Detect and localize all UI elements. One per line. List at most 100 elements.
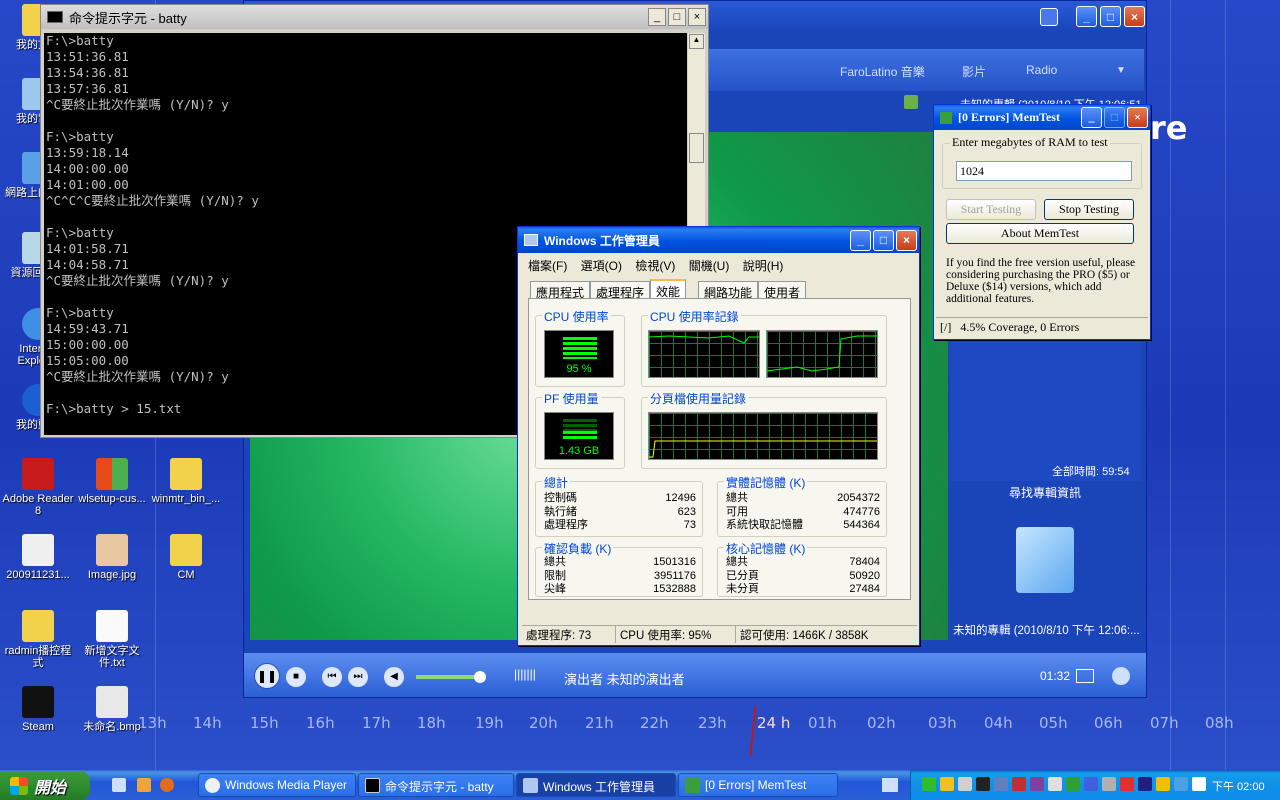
cmd-scrollbar-thumb[interactable] bbox=[689, 133, 704, 163]
tray-green-icon[interactable] bbox=[922, 777, 936, 791]
wmp-icon bbox=[205, 778, 220, 793]
pf-history-line bbox=[649, 440, 877, 458]
wmp-maximize-button[interactable]: □ bbox=[1100, 6, 1121, 27]
cpu-history-label: CPU 使用率記錄 bbox=[648, 308, 741, 325]
tray-app-icon[interactable] bbox=[1030, 777, 1044, 791]
tray-blue-icon[interactable] bbox=[1174, 777, 1188, 791]
menu-file[interactable]: 檔案(F) bbox=[528, 259, 567, 273]
wmp-brand-fragment: re bbox=[1150, 109, 1188, 147]
quicklaunch-desktop-icon[interactable] bbox=[112, 778, 126, 792]
memtest-stop-button[interactable]: Stop Testing bbox=[1044, 199, 1134, 220]
cmd-output-line: 14:01:00.00 bbox=[46, 177, 129, 192]
tray-antivirus-icon[interactable] bbox=[1066, 777, 1080, 791]
menu-help[interactable]: 說明(H) bbox=[743, 259, 784, 273]
tray-yellow-icon[interactable] bbox=[1156, 777, 1170, 791]
desktop-icon-cm[interactable]: CM bbox=[148, 534, 224, 581]
wmp-minimize-button[interactable]: _ bbox=[1076, 6, 1097, 27]
quicklaunch-firefox-icon[interactable] bbox=[160, 778, 174, 792]
tab-applications[interactable]: 應用程式 bbox=[530, 281, 591, 300]
menu-view[interactable]: 檢視(V) bbox=[635, 259, 675, 273]
tray-utility-icon[interactable] bbox=[1138, 777, 1152, 791]
cmd-titlebar[interactable]: 命令提示字元 - batty _ □ × bbox=[41, 5, 708, 29]
tab-networking[interactable]: 網路功能 bbox=[698, 281, 759, 300]
cmd-output-line: 13:54:36.81 bbox=[46, 65, 129, 80]
tray-device-icon[interactable] bbox=[958, 777, 972, 791]
memtest-minimize-button[interactable]: _ bbox=[1081, 107, 1102, 128]
tray-monitor-icon[interactable] bbox=[976, 777, 990, 791]
tray-network-icon[interactable] bbox=[994, 777, 1008, 791]
cmd-output-line: ^C要終止批次作業嗎 (Y/N)? y bbox=[46, 97, 229, 112]
full-screen-icon[interactable] bbox=[1076, 669, 1094, 683]
pf-usage-bar bbox=[563, 431, 597, 441]
windows-live-icon bbox=[96, 458, 128, 490]
tray-alert-icon[interactable] bbox=[1012, 777, 1026, 791]
menu-shutdown[interactable]: 關機(U) bbox=[689, 259, 730, 273]
tray-usb-icon[interactable] bbox=[1102, 777, 1116, 791]
cpu-history-graph-core-2 bbox=[766, 330, 878, 378]
wmp-side-panel bbox=[951, 341, 1141, 481]
wmp-close-button[interactable]: × bbox=[1124, 6, 1145, 27]
tray-window-icon[interactable] bbox=[1192, 777, 1206, 791]
stop-icon[interactable]: ■ bbox=[286, 667, 306, 687]
desktop-icon-new-text[interactable]: 新增文字文件.txt bbox=[74, 610, 150, 669]
cmd-output-line: 13:59:18.14 bbox=[46, 145, 129, 160]
wmp-tab-farolatino[interactable]: FaroLatino 音樂 bbox=[840, 63, 925, 80]
taskmgr-close-button[interactable]: × bbox=[896, 229, 917, 251]
taskbar-button-label: Windows 工作管理員 bbox=[543, 780, 656, 794]
memtest-about-button[interactable]: About MemTest bbox=[946, 223, 1134, 244]
desktop-icon-bmp[interactable]: 未命名.bmp bbox=[74, 686, 150, 733]
pause-icon[interactable]: ❚❚ bbox=[254, 663, 280, 689]
tray-bluetooth-icon[interactable] bbox=[1084, 777, 1098, 791]
cmd-maximize-button[interactable]: □ bbox=[668, 8, 686, 26]
tray-security-icon[interactable] bbox=[940, 777, 954, 791]
memtest-start-button[interactable]: Start Testing bbox=[946, 199, 1036, 220]
volume-slider-thumb[interactable] bbox=[474, 671, 486, 683]
keyboard-icon[interactable] bbox=[882, 778, 898, 792]
taskmgr-statusbar: 處理程序: 73 CPU 使用率: 95% 認可使用: 1466K / 3858… bbox=[522, 625, 917, 643]
wmp-menu-toggle-button[interactable] bbox=[1040, 8, 1058, 26]
taskmgr-titlebar[interactable]: Windows 工作管理員 _ □ × bbox=[518, 227, 919, 253]
wmp-find-album-info-link[interactable]: 尋找專輯資訊 bbox=[1009, 484, 1081, 501]
wmp-tab-radio[interactable]: Radio bbox=[1026, 63, 1057, 77]
tray-volume-icon[interactable] bbox=[1048, 777, 1062, 791]
taskbar-button-media-player[interactable]: Windows Media Player bbox=[198, 773, 356, 797]
menu-options[interactable]: 選項(O) bbox=[581, 259, 622, 273]
stat-row: 總共 1501316 bbox=[544, 556, 696, 570]
memtest-close-button[interactable]: × bbox=[1127, 107, 1148, 128]
tab-performance[interactable]: 效能 bbox=[650, 279, 687, 300]
start-button[interactable]: 開始 bbox=[0, 771, 90, 800]
memtest-ram-input[interactable] bbox=[956, 161, 1132, 181]
chevron-down-icon[interactable]: ▼ bbox=[1116, 65, 1126, 76]
wmp-view-icon[interactable] bbox=[904, 95, 918, 109]
tab-processes[interactable]: 處理程序 bbox=[590, 281, 651, 300]
tray-red-icon[interactable] bbox=[1120, 777, 1134, 791]
taskmgr-minimize-button[interactable]: _ bbox=[850, 229, 871, 251]
desktop-icon-image-jpg[interactable]: Image.jpg bbox=[74, 534, 150, 581]
taskbar-clock[interactable]: 下午 02:00 bbox=[1212, 778, 1265, 794]
quicklaunch-media-icon[interactable] bbox=[137, 778, 151, 792]
mute-icon[interactable]: ◀ bbox=[384, 667, 404, 687]
taskbar-button-task-manager[interactable]: Windows 工作管理員 bbox=[516, 773, 676, 797]
desktop-icon-steam[interactable]: Steam bbox=[0, 686, 76, 733]
memtest-titlebar[interactable]: [0 Errors] MemTest _ □ × bbox=[934, 105, 1150, 130]
next-icon[interactable]: ⏭ bbox=[348, 667, 368, 687]
cmd-close-button[interactable]: × bbox=[688, 8, 706, 26]
wallpaper-hour-label: 23h bbox=[698, 714, 727, 732]
cmd-minimize-button[interactable]: _ bbox=[648, 8, 666, 26]
taskbar-button-memtest[interactable]: [0 Errors] MemTest bbox=[678, 773, 838, 797]
wmp-tab-video[interactable]: 影片 bbox=[962, 63, 986, 80]
previous-icon[interactable]: ⏮ bbox=[322, 667, 342, 687]
scroll-up-icon[interactable]: ▲ bbox=[689, 34, 704, 49]
desktop-icon-wlsetup[interactable]: wlsetup-cus... bbox=[74, 458, 150, 505]
cmd-output-line: 14:00:00.00 bbox=[46, 161, 129, 176]
desktop-icon-radmin[interactable]: radmin播控程式 bbox=[0, 610, 76, 669]
tab-users[interactable]: 使用者 bbox=[758, 281, 807, 300]
compact-mode-icon[interactable] bbox=[1112, 667, 1130, 685]
taskmgr-maximize-button[interactable]: □ bbox=[873, 229, 894, 251]
desktop-icon-adobe-reader[interactable]: Adobe Reader 8 bbox=[0, 458, 76, 517]
stat-value: 474776 bbox=[843, 505, 880, 518]
wallpaper-hour-label: 22h bbox=[640, 714, 669, 732]
desktop-icon-pdf-file[interactable]: 200911231... bbox=[0, 534, 76, 581]
desktop-icon-winmtr[interactable]: winmtr_bin_... bbox=[148, 458, 224, 505]
taskbar-button-command-prompt[interactable]: 命令提示字元 - batty bbox=[358, 773, 514, 797]
